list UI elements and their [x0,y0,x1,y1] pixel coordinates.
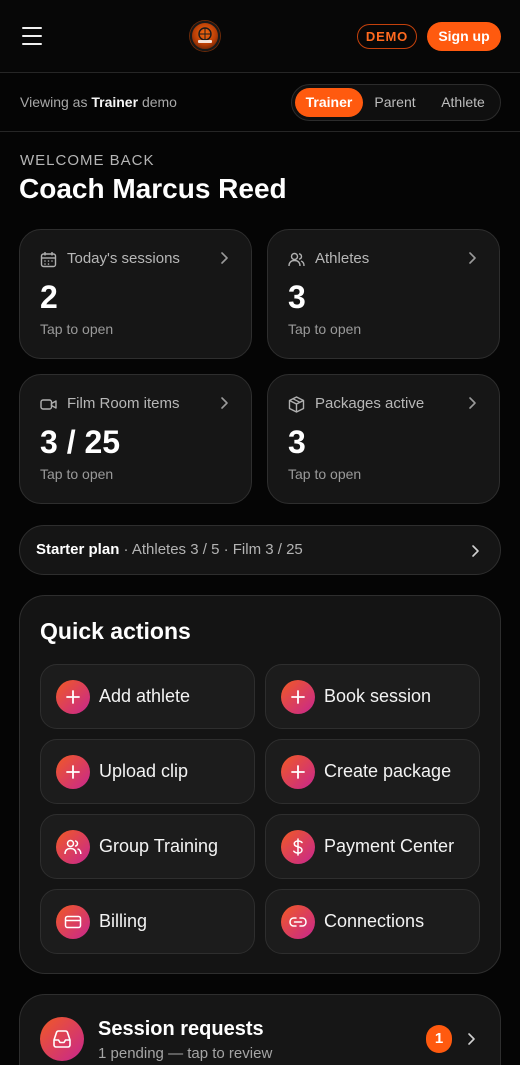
chevron-right-icon [221,252,228,264]
stat-hint: Tap to open [40,321,114,337]
stat-value: 3 [288,279,306,315]
stat-card-athletes[interactable]: Athletes 3 Tap to open [267,229,500,359]
session-requests-title: Session requests [98,1018,264,1040]
link-icon [281,905,315,939]
plan-name: Starter plan [36,541,120,558]
action-label: Billing [99,911,148,931]
action-label: Add athlete [99,686,191,706]
stat-hint: Tap to open [288,321,362,337]
chevron-right-icon [469,252,476,264]
action-label: Group Training [99,836,219,856]
add-athlete-button[interactable]: Add athlete [40,664,255,729]
stat-label: Today's sessions [67,250,180,267]
role-bar: Viewing as Trainer demo Trainer Parent A… [0,73,520,132]
plus-icon [281,680,315,714]
users-icon [288,252,305,267]
stat-value: 2 [40,279,58,315]
chevron-right-icon [468,1033,475,1045]
session-requests-subtitle: 1 pending — tap to review [98,1045,273,1062]
plan-summary-bar[interactable]: Starter plan · Athletes 3 / 5 · Film 3 /… [19,525,501,575]
action-label: Connections [324,911,425,931]
upload-clip-button[interactable]: Upload clip [40,739,255,804]
chevron-right-icon [221,397,228,409]
payment-center-button[interactable]: Payment Center [265,814,480,879]
top-bar: DEMO Sign up [0,0,520,73]
quick-actions-panel: Quick actions Add athlete Book session U… [19,595,501,974]
chevron-right-icon [472,545,479,557]
video-icon [40,399,57,410]
stat-label: Packages active [315,395,425,412]
package-icon [288,396,305,413]
inbox-icon [40,1017,84,1061]
stat-card-todays-sessions[interactable]: Today's sessions 2 Tap to open [19,229,252,359]
action-label: Create package [324,761,452,781]
plus-icon [56,755,90,789]
role-tab-parent[interactable]: Parent [364,88,426,117]
stat-value: 3 [288,424,306,460]
credit-card-icon [56,905,90,939]
welcome-subtitle: WELCOME BACK [20,152,155,169]
stat-value: 3 / 25 [40,424,121,460]
calendar-icon [40,252,57,268]
stat-hint: Tap to open [40,466,114,482]
viewing-role: Trainer [91,94,139,110]
action-label: Payment Center [324,836,455,856]
plus-icon [56,680,90,714]
stat-label: Film Room items [67,395,180,412]
viewing-suffix: demo [141,94,177,110]
viewing-as-text: Viewing as Trainer demo [20,94,177,110]
billing-button[interactable]: Billing [40,889,255,954]
stat-card-film-room[interactable]: Film Room items 3 / 25 Tap to open [19,374,252,504]
stat-hint: Tap to open [288,466,362,482]
role-switcher: Trainer Parent Athlete [291,84,501,121]
action-label: Book session [324,686,432,706]
role-tab-trainer[interactable]: Trainer [295,88,363,117]
stat-label: Athletes [315,250,370,267]
connections-button[interactable]: Connections [265,889,480,954]
demo-badge: DEMO [357,24,417,49]
plan-summary-text: Starter plan · Athletes 3 / 5 · Film 3 /… [36,541,303,558]
group-training-button[interactable]: Group Training [40,814,255,879]
session-requests-card[interactable]: Session requests 1 pending — tap to revi… [19,994,501,1065]
viewing-prefix: Viewing as [20,94,88,110]
app-logo[interactable] [190,21,220,51]
page-title: Coach Marcus Reed [19,173,287,204]
create-package-button[interactable]: Create package [265,739,480,804]
plan-details: · Athletes 3 / 5 · Film 3 / 25 [119,541,303,558]
role-tab-athlete[interactable]: Athlete [430,88,496,117]
quick-actions-title: Quick actions [40,618,191,644]
pending-count-badge: 1 [426,1025,452,1053]
stat-card-packages[interactable]: Packages active 3 Tap to open [267,374,500,504]
group-icon [56,830,90,864]
signup-button[interactable]: Sign up [427,22,501,51]
book-session-button[interactable]: Book session [265,664,480,729]
chevron-right-icon [469,397,476,409]
menu-icon[interactable] [22,27,42,45]
dollar-icon [281,830,315,864]
action-label: Upload clip [99,761,189,781]
plus-icon [281,755,315,789]
